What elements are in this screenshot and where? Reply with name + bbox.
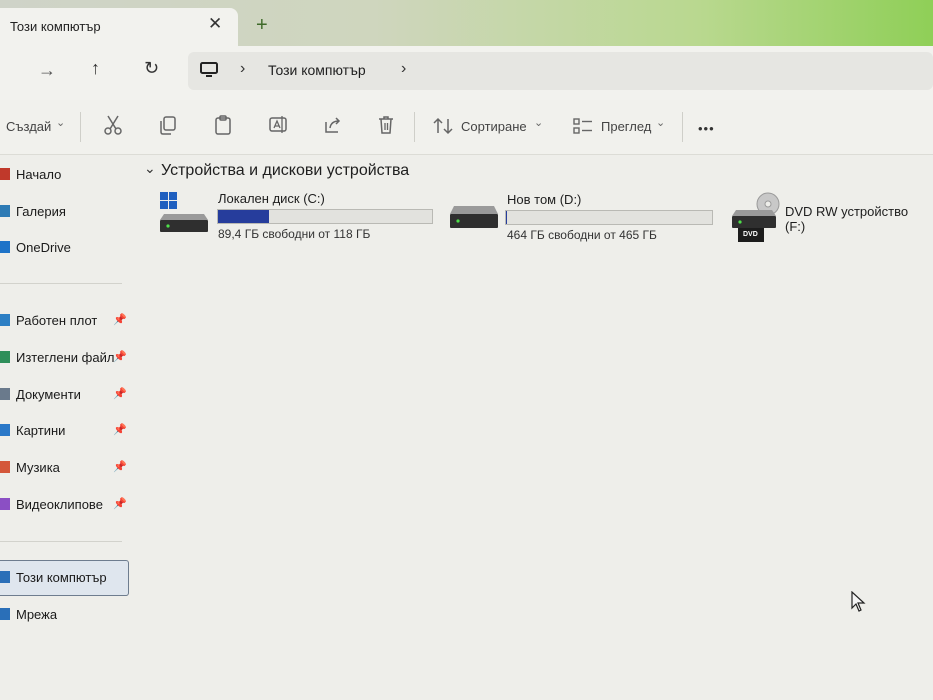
desktop-icon xyxy=(0,314,10,326)
sidebar-divider xyxy=(0,541,122,542)
up-button[interactable]: ↑ xyxy=(91,58,100,79)
hard-drive-icon xyxy=(450,206,498,228)
mouse-cursor-icon xyxy=(851,591,866,612)
sidebar-item[interactable]: Мрежа xyxy=(0,600,128,628)
sidebar-item[interactable]: Музика xyxy=(0,453,128,481)
network-icon xyxy=(0,608,10,620)
pictures-icon xyxy=(0,424,10,436)
sidebar-item-label: Видеоклипове xyxy=(16,496,103,512)
tab-title: Този компютър xyxy=(10,19,101,34)
sidebar-item[interactable]: OneDrive xyxy=(0,233,128,261)
sidebar-item[interactable]: Изтеглени файл xyxy=(0,343,128,371)
sidebar-item-label: Изтеглени файл xyxy=(16,349,115,365)
chevron-down-icon: ⌄ xyxy=(56,117,66,129)
chevron-down-icon: ⌄ xyxy=(656,117,666,129)
drive-free-space: 89,4 ГБ свободни от 118 ГБ xyxy=(218,227,371,241)
sort-button[interactable]: Сортиране xyxy=(461,119,527,134)
share-icon[interactable] xyxy=(323,114,343,136)
cloud-icon xyxy=(0,241,10,253)
pin-icon[interactable]: 📌 xyxy=(113,497,127,510)
drive-name: Локален диск (C:) xyxy=(218,191,325,206)
computer-icon xyxy=(200,62,218,77)
pin-icon[interactable]: 📌 xyxy=(113,313,127,326)
download-icon xyxy=(0,351,10,363)
more-options-button[interactable]: ••• xyxy=(698,121,715,136)
sidebar-item-label: Документи xyxy=(16,386,81,402)
sidebar-item-label: Начало xyxy=(16,166,62,182)
sidebar-item[interactable]: Галерия xyxy=(0,197,128,225)
pin-icon[interactable]: 📌 xyxy=(113,460,127,473)
section-collapse-chevron[interactable]: ⌄ xyxy=(144,160,156,177)
computer-icon xyxy=(0,571,10,583)
cut-icon[interactable] xyxy=(103,114,123,136)
drive-free-space: 464 ГБ свободни от 465 ГБ xyxy=(507,228,657,242)
rename-icon[interactable] xyxy=(268,114,288,136)
toolbar-divider xyxy=(80,112,81,142)
windows-drive-icon xyxy=(160,192,208,232)
breadcrumb-this-pc[interactable]: Този компютър xyxy=(268,62,366,78)
sidebar-item[interactable]: Видеоклипове xyxy=(0,490,128,518)
drive-usage-fill xyxy=(218,210,270,223)
paste-icon[interactable] xyxy=(213,114,233,136)
toolbar-divider xyxy=(414,112,415,142)
drive-item-c[interactable]: Локален диск (C:) 89,4 ГБ свободни от 11… xyxy=(156,190,436,242)
dvd-badge: DVD xyxy=(743,231,758,238)
new-tab-button[interactable]: + xyxy=(256,14,268,37)
refresh-button[interactable]: ↻ xyxy=(144,58,159,79)
sidebar-item-label: Мрежа xyxy=(16,606,58,622)
sidebar-item-label: Работен плот xyxy=(16,312,98,328)
toolbar-divider xyxy=(682,112,683,142)
sidebar-item[interactable]: Начало xyxy=(0,160,128,188)
sidebar-item[interactable]: Картини xyxy=(0,416,128,444)
home-icon xyxy=(0,168,10,180)
tab-close-button[interactable]: ✕ xyxy=(208,14,222,34)
pin-icon[interactable]: 📌 xyxy=(113,350,127,363)
sidebar-item[interactable]: Работен плот xyxy=(0,306,128,334)
view-button[interactable]: Преглед xyxy=(601,119,651,134)
sidebar-divider xyxy=(0,283,122,284)
sort-icon xyxy=(433,117,453,135)
documents-icon xyxy=(0,388,10,400)
drive-item-d[interactable]: Нов том (D:) 464 ГБ свободни от 465 ГБ xyxy=(446,190,721,242)
sidebar-item-label: OneDrive xyxy=(16,239,71,255)
drive-name: DVD RW устройство (F:) xyxy=(785,204,909,234)
delete-icon[interactable] xyxy=(376,114,396,136)
breadcrumb-separator: › xyxy=(240,60,246,77)
chevron-down-icon: ⌄ xyxy=(534,117,544,129)
drive-name: Нов том (D:) xyxy=(507,192,582,207)
breadcrumb-expand-button[interactable]: › xyxy=(401,60,406,78)
sidebar-item[interactable]: Документи xyxy=(0,380,128,408)
drive-usage-bar xyxy=(505,210,713,225)
pin-icon[interactable]: 📌 xyxy=(113,423,127,436)
section-title: Устройства и дискови устройства xyxy=(161,162,410,179)
music-icon xyxy=(0,461,10,473)
sidebar-item[interactable]: Този компютър xyxy=(0,563,128,591)
copy-icon[interactable] xyxy=(158,114,178,136)
sidebar-item-label: Галерия xyxy=(16,203,66,219)
sidebar-item-label: Музика xyxy=(16,459,60,475)
new-button[interactable]: Създай xyxy=(6,119,51,134)
sidebar-item-label: Този компютър xyxy=(16,569,107,585)
view-icon xyxy=(573,118,592,134)
gallery-icon xyxy=(0,205,10,217)
video-icon xyxy=(0,498,10,510)
drive-usage-bar xyxy=(217,209,433,224)
pin-icon[interactable]: 📌 xyxy=(113,387,127,400)
sidebar-item-label: Картини xyxy=(16,422,66,438)
drive-item-f[interactable]: DVD DVD RW устройство (F:) xyxy=(728,190,928,248)
forward-button[interactable]: → xyxy=(38,60,56,81)
